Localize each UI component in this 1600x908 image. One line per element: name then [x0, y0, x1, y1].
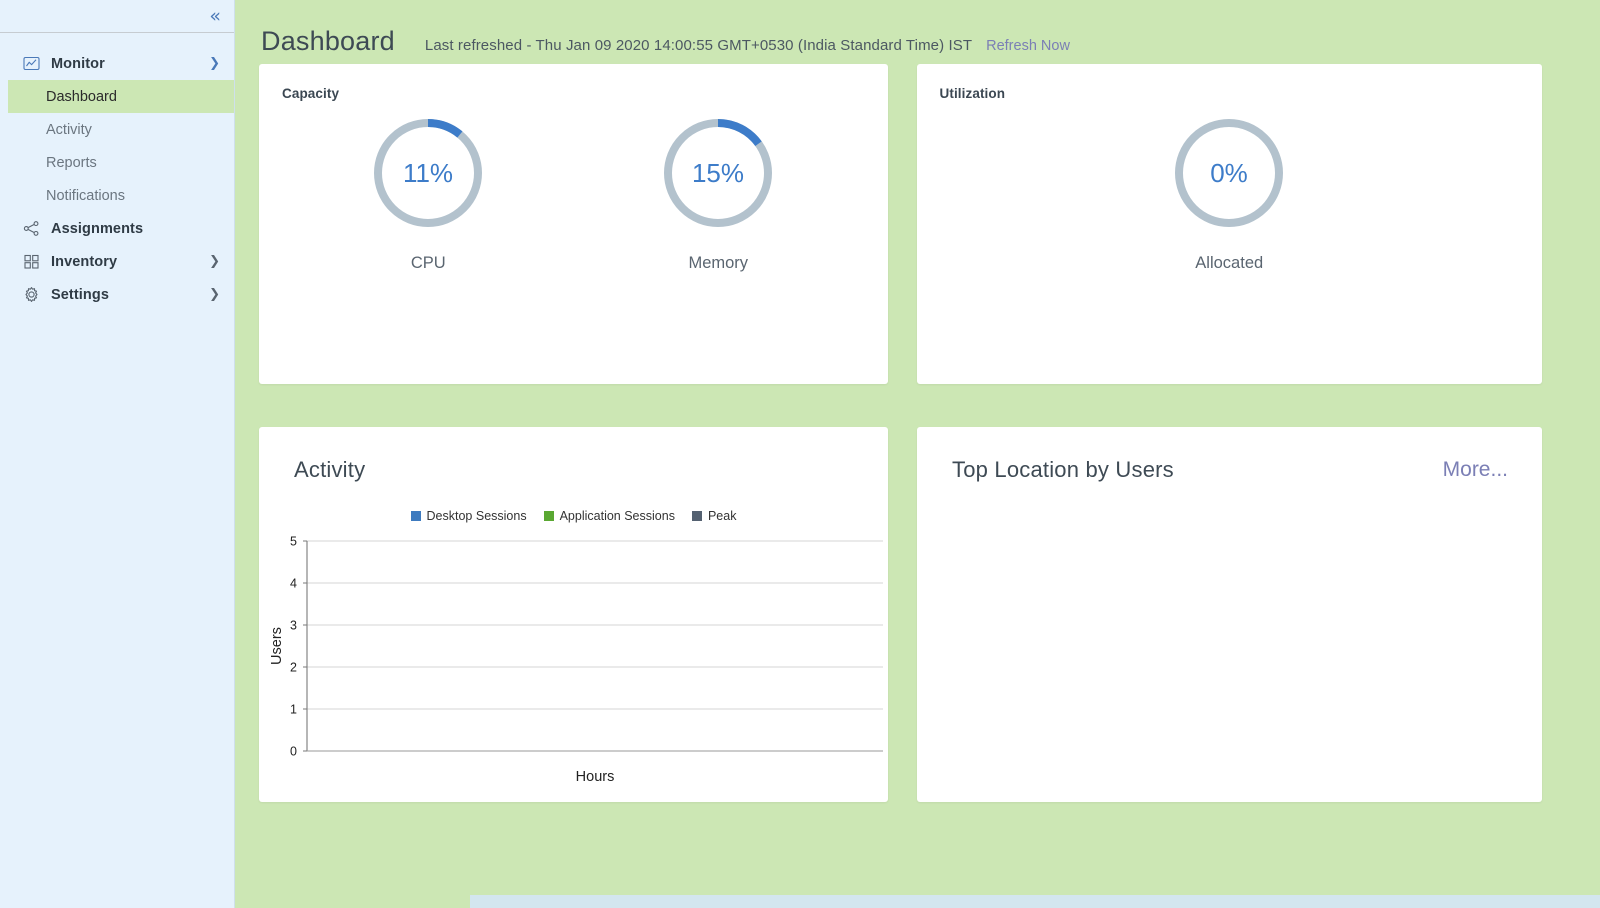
gauge-cpu[interactable]: 11% CPU	[283, 115, 573, 273]
sidebar-item-dashboard[interactable]: Dashboard	[8, 80, 234, 113]
legend-swatch-icon	[691, 511, 702, 521]
page-header: Dashboard Last refreshed - Thu Jan 09 20…	[259, 0, 1542, 62]
main-content: Dashboard Last refreshed - Thu Jan 09 20…	[235, 0, 1600, 908]
bottom-card-row: Activity Desktop Sessions Application Se…	[259, 427, 1542, 802]
sidebar-subitem-label: Dashboard	[46, 88, 117, 105]
sidebar-subitem-label: Reports	[46, 154, 97, 171]
top-card-row: Capacity 11% CPU 15% Memory Utilization …	[259, 64, 1542, 384]
top-location-more-link[interactable]: More...	[1443, 458, 1508, 482]
cpu-value: 11%	[403, 158, 453, 188]
allocated-label: Allocated	[1195, 254, 1264, 272]
sidebar-item-reports[interactable]: Reports	[0, 146, 234, 179]
top-location-card-header: Top Location by Users More...	[917, 427, 1542, 483]
activity-chart-legend: Desktop Sessions Application Sessions Pe…	[259, 509, 888, 523]
legend-item-application-sessions[interactable]: Application Sessions	[543, 509, 675, 523]
legend-label: Desktop Sessions	[426, 509, 527, 523]
chevron-double-left-icon[interactable]: «	[209, 6, 221, 26]
chart-x-axis-title: Hours	[576, 769, 615, 785]
sidebar-item-notifications[interactable]: Notifications	[0, 179, 234, 212]
memory-label: Memory	[688, 254, 749, 272]
chart-y-tick-label: 5	[290, 535, 297, 549]
grid-squares-icon	[22, 253, 40, 271]
activity-card: Activity Desktop Sessions Application Se…	[259, 427, 888, 802]
sidebar-nav: Monitor ❯ Dashboard Activity Reports Not…	[0, 33, 234, 311]
utilization-card-title: Utilization	[939, 86, 1006, 101]
memory-value: 15%	[692, 158, 744, 188]
top-location-card-title: Top Location by Users	[952, 457, 1174, 482]
sidebar: « Monitor ❯ Dashboard Activity Reports N…	[0, 0, 235, 908]
horizontal-scrollbar[interactable]	[470, 895, 1600, 908]
sidebar-item-label: Settings	[51, 286, 109, 303]
chart-y-tick-label: 4	[290, 577, 297, 591]
capacity-card-title: Capacity	[282, 86, 340, 101]
share-nodes-icon	[22, 220, 40, 238]
cpu-donut-chart: 11%	[374, 119, 483, 227]
chart-y-tick-label: 0	[290, 745, 297, 759]
refresh-now-link[interactable]: Refresh Now	[986, 38, 1070, 54]
memory-donut-chart: 15%	[664, 119, 773, 227]
utilization-card: Utilization 0% Allocated	[916, 64, 1543, 384]
sidebar-header: «	[0, 0, 234, 33]
monitor-chart-icon	[22, 55, 40, 73]
utilization-gauges: 0% Allocated	[917, 115, 1543, 273]
activity-card-title: Activity	[294, 457, 366, 482]
legend-item-desktop-sessions[interactable]: Desktop Sessions	[410, 509, 527, 523]
activity-line-chart[interactable]: 0 1 2 3 4 5 Users Hours	[259, 533, 888, 793]
sidebar-item-inventory[interactable]: Inventory ❯	[0, 245, 234, 278]
chart-gridlines	[307, 540, 883, 710]
chart-y-axis-title: Users	[269, 627, 285, 665]
allocated-value: 0%	[1210, 158, 1248, 188]
chevron-right-icon[interactable]: ❯	[209, 255, 220, 268]
sidebar-item-label: Assignments	[51, 220, 144, 237]
sidebar-item-settings[interactable]: Settings ❯	[0, 278, 234, 311]
sidebar-subitem-label: Notifications	[46, 187, 125, 204]
cpu-label: CPU	[410, 254, 446, 272]
capacity-gauges: 11% CPU 15% Memory	[259, 115, 888, 273]
top-location-chart-area	[917, 483, 1542, 773]
sidebar-item-assignments[interactable]: Assignments	[0, 212, 234, 245]
sidebar-item-activity[interactable]: Activity	[0, 113, 234, 146]
page-title: Dashboard	[261, 26, 395, 56]
legend-label: Application Sessions	[559, 509, 675, 523]
gear-icon	[22, 286, 40, 304]
legend-item-peak[interactable]: Peak	[691, 509, 737, 523]
sidebar-item-label: Inventory	[51, 253, 118, 270]
legend-label: Peak	[707, 509, 737, 523]
activity-card-header: Activity	[259, 427, 888, 483]
sidebar-subitem-label: Activity	[46, 121, 92, 138]
sidebar-item-label: Monitor	[51, 55, 105, 72]
sidebar-item-monitor[interactable]: Monitor ❯	[0, 47, 234, 80]
dashboard-page: « Monitor ❯ Dashboard Activity Reports N…	[0, 0, 1600, 908]
chart-y-tick-label: 2	[290, 661, 297, 675]
last-refreshed-text: Last refreshed - Thu Jan 09 2020 14:00:5…	[424, 37, 973, 54]
allocated-donut-chart: 0%	[1175, 119, 1284, 227]
top-location-card: Top Location by Users More...	[917, 427, 1542, 802]
legend-swatch-icon	[410, 511, 421, 521]
capacity-card: Capacity 11% CPU 15% Memory	[259, 64, 888, 384]
chart-y-tick-label: 1	[290, 703, 297, 717]
legend-swatch-icon	[543, 511, 554, 521]
chart-y-axis-ticks: 0 1 2 3 4 5	[290, 535, 307, 759]
gauge-memory[interactable]: 15% Memory	[573, 115, 863, 273]
chevron-right-icon[interactable]: ❯	[209, 288, 220, 301]
chevron-down-icon[interactable]: ❯	[209, 57, 220, 70]
gauge-allocated[interactable]: 0% Allocated	[1084, 115, 1374, 273]
chart-y-tick-label: 3	[290, 619, 297, 633]
